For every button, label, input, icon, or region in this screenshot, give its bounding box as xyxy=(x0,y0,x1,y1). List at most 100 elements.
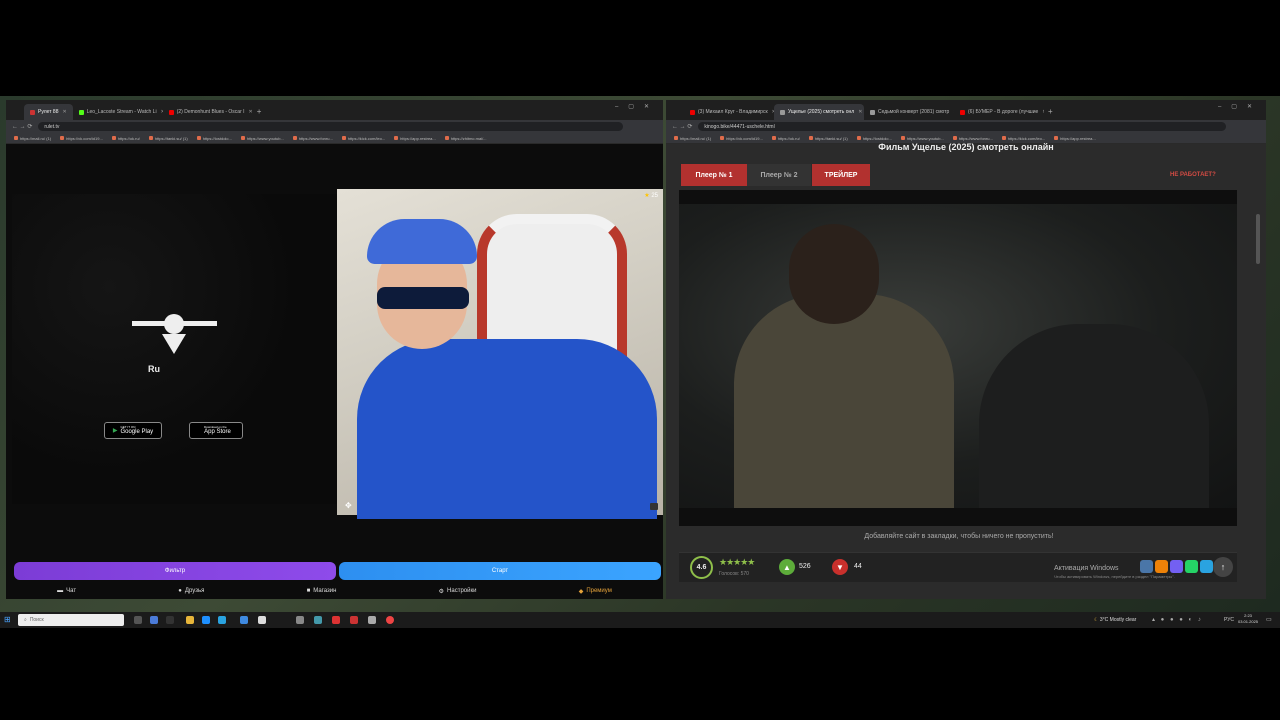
google-play-button[interactable]: ▶ GET IT ON Google Play xyxy=(104,422,162,439)
bookmark[interactable]: https://www.youtub... xyxy=(901,136,944,141)
nav-premium[interactable]: ◆ Премиум xyxy=(579,584,612,598)
weather-widget[interactable]: ☾ 3°C Mostly clear xyxy=(1094,617,1136,623)
close-icon[interactable]: ✕ xyxy=(63,109,67,115)
bookmark[interactable]: https://ok.ru/ xyxy=(112,136,140,141)
bookmark[interactable]: https://mail.ru/ (1) xyxy=(674,136,711,141)
edge-icon[interactable] xyxy=(202,616,210,624)
left-tab-1[interactable]: Рулет 88 ✕ xyxy=(24,104,73,120)
cat-logo-icon xyxy=(132,309,217,359)
scroll-top-icon[interactable]: ↑ xyxy=(1213,557,1233,577)
taskbar-search[interactable]: ⌕ Поиск xyxy=(18,614,124,626)
not-working-link[interactable]: НЕ РАБОТАЕТ? xyxy=(1170,172,1216,178)
app-icon[interactable] xyxy=(240,616,248,624)
new-tab-button[interactable]: + xyxy=(257,104,262,120)
thumbs-up-icon[interactable]: ▲ xyxy=(779,559,795,575)
bookmark[interactable]: https://www.fonru... xyxy=(953,136,993,141)
app-icon[interactable] xyxy=(150,616,158,624)
bookmark[interactable]: https://ok.ru/ xyxy=(772,136,800,141)
search-icon: ⌕ xyxy=(24,617,27,623)
player-2-tab[interactable]: Плеер № 2 xyxy=(747,164,811,186)
notification-icon[interactable]: ▭ xyxy=(1266,616,1272,623)
app-icon[interactable] xyxy=(368,616,376,624)
clock[interactable]: 2:23 03.01.2025 xyxy=(1238,613,1258,625)
task-view-icon[interactable] xyxy=(134,616,142,624)
webcam-video[interactable]: ★ 25 ✥ xyxy=(337,189,663,519)
player-2-label: Плеер № 2 xyxy=(760,171,798,179)
chrome-icon[interactable] xyxy=(386,616,394,624)
bookmark[interactable]: https://tanki.su/ (1) xyxy=(809,136,848,141)
tray-icons[interactable]: ▴ ● ● ● ◐ ♪ xyxy=(1152,616,1203,623)
bookmark[interactable]: https://kick.com/leo... xyxy=(1002,136,1045,141)
viber-icon[interactable] xyxy=(1170,560,1183,573)
bookmark[interactable]: https://vk.com/id19... xyxy=(720,136,763,141)
nav-settings[interactable]: ⚙ Настройки xyxy=(439,584,477,598)
start-label: Старт xyxy=(491,568,509,574)
app-icon[interactable] xyxy=(258,616,266,624)
bookmark[interactable]: https://tanki.su/ (1) xyxy=(149,136,188,141)
movie-player[interactable] xyxy=(679,190,1237,526)
bookmark[interactable]: https://app.restrea... xyxy=(394,136,436,141)
bookmark[interactable]: https://lostdolo... xyxy=(857,136,892,141)
filter-button[interactable]: Фильтр xyxy=(14,562,336,580)
app-icon[interactable] xyxy=(314,616,322,624)
app-icon[interactable] xyxy=(166,616,174,624)
bookmark[interactable]: https://zhitmo.mai/... xyxy=(445,136,487,141)
right-tab-1[interactable]: (3) Михаил Круг - Владимирск ✕ xyxy=(684,104,774,120)
telegram-icon[interactable] xyxy=(218,616,226,624)
likes-count: 526 xyxy=(799,563,811,570)
url-field[interactable]: rulet.tv xyxy=(38,122,623,131)
start-button[interactable]: Старт xyxy=(339,562,661,580)
nav-label: Друзья xyxy=(184,588,205,594)
close-icon[interactable]: ✕ xyxy=(858,109,862,115)
window-controls[interactable]: –▢✕ xyxy=(1218,103,1262,110)
close-icon[interactable]: ✕ xyxy=(249,109,253,115)
folder-icon[interactable] xyxy=(186,616,194,624)
app-store-button[interactable]: Download on the App Store xyxy=(189,422,243,439)
player-1-tab[interactable]: Плеер № 1 xyxy=(681,164,747,186)
whatsapp-icon[interactable] xyxy=(1185,560,1198,573)
bookmark[interactable]: https://vk.com/id19... xyxy=(60,136,103,141)
camera-icon[interactable] xyxy=(650,503,658,510)
move-icon[interactable]: ✥ xyxy=(345,501,352,510)
right-tab-3[interactable]: Седьмой конверт (2081) смотр✕ xyxy=(864,104,954,120)
vk-icon[interactable] xyxy=(1140,560,1153,573)
clock-date: 03.01.2025 xyxy=(1238,619,1259,624)
windows-start-icon[interactable]: ⊞ xyxy=(4,615,11,624)
right-tab-2[interactable]: Ущелье (2025) смотреть онл ✕ xyxy=(774,104,864,120)
left-tab-2[interactable]: Leo_Lacoste Stream - Watch Li ✕ xyxy=(73,104,163,120)
moon-icon: ☾ xyxy=(1094,617,1099,623)
app-icon[interactable] xyxy=(296,616,304,624)
nav-chat[interactable]: ▬ Чат xyxy=(57,584,76,598)
trailer-tab[interactable]: ТРЕЙЛЕР xyxy=(812,164,870,186)
language-indicator[interactable]: РУС xyxy=(1224,617,1234,623)
url-field[interactable]: kinogo.bike/44471-uschele.html xyxy=(698,122,1226,131)
close-icon[interactable]: ✕ xyxy=(1042,109,1044,115)
nav-arrows-icon[interactable]: ← → ⟳ xyxy=(672,123,692,130)
left-tab-3[interactable]: (2) Demonhunt Blues - Oscar I ✕ xyxy=(163,104,253,120)
nav-arrows-icon[interactable]: ← → ⟳ xyxy=(12,123,32,130)
star-rating-icon[interactable]: ★★★★★ xyxy=(719,557,755,568)
thumbs-down-icon[interactable]: ▼ xyxy=(832,559,848,575)
app-icon[interactable] xyxy=(350,616,358,624)
movie-frame xyxy=(679,204,1237,508)
viewer-counter: ★ 25 xyxy=(644,192,658,199)
person-glasses xyxy=(377,287,469,309)
bookmark[interactable]: https://app.restrea... xyxy=(1054,136,1096,141)
new-tab-button[interactable]: + xyxy=(1048,104,1053,120)
nav-shop[interactable]: ■ Магазин xyxy=(307,584,337,598)
window-controls[interactable]: –▢✕ xyxy=(615,103,659,110)
bookmark[interactable]: https://kick.com/leo... xyxy=(342,136,385,141)
ok-icon[interactable] xyxy=(1155,560,1168,573)
app-icon[interactable] xyxy=(332,616,340,624)
nav-friends[interactable]: ● Друзья xyxy=(178,584,204,598)
nav-label: Настройки xyxy=(447,588,477,594)
telegram-icon[interactable] xyxy=(1200,560,1213,573)
bookmark[interactable]: https://www.youtub... xyxy=(241,136,284,141)
bookmark[interactable]: https://lostdolo... xyxy=(197,136,232,141)
right-tab-4[interactable]: (6) БУМЕР - В дороге (лучшие✕ xyxy=(954,104,1044,120)
bookmark[interactable]: https://www.fonru... xyxy=(293,136,333,141)
bookmark[interactable]: https://mail.ru/ (1) xyxy=(14,136,51,141)
votes-count: Голосов: 570 xyxy=(719,571,749,577)
rating-bar: 4.6 ★★★★★ Голосов: 570 ▲ 526 ▼ 44 Актива… xyxy=(679,552,1237,582)
scrollbar[interactable] xyxy=(1256,214,1260,264)
